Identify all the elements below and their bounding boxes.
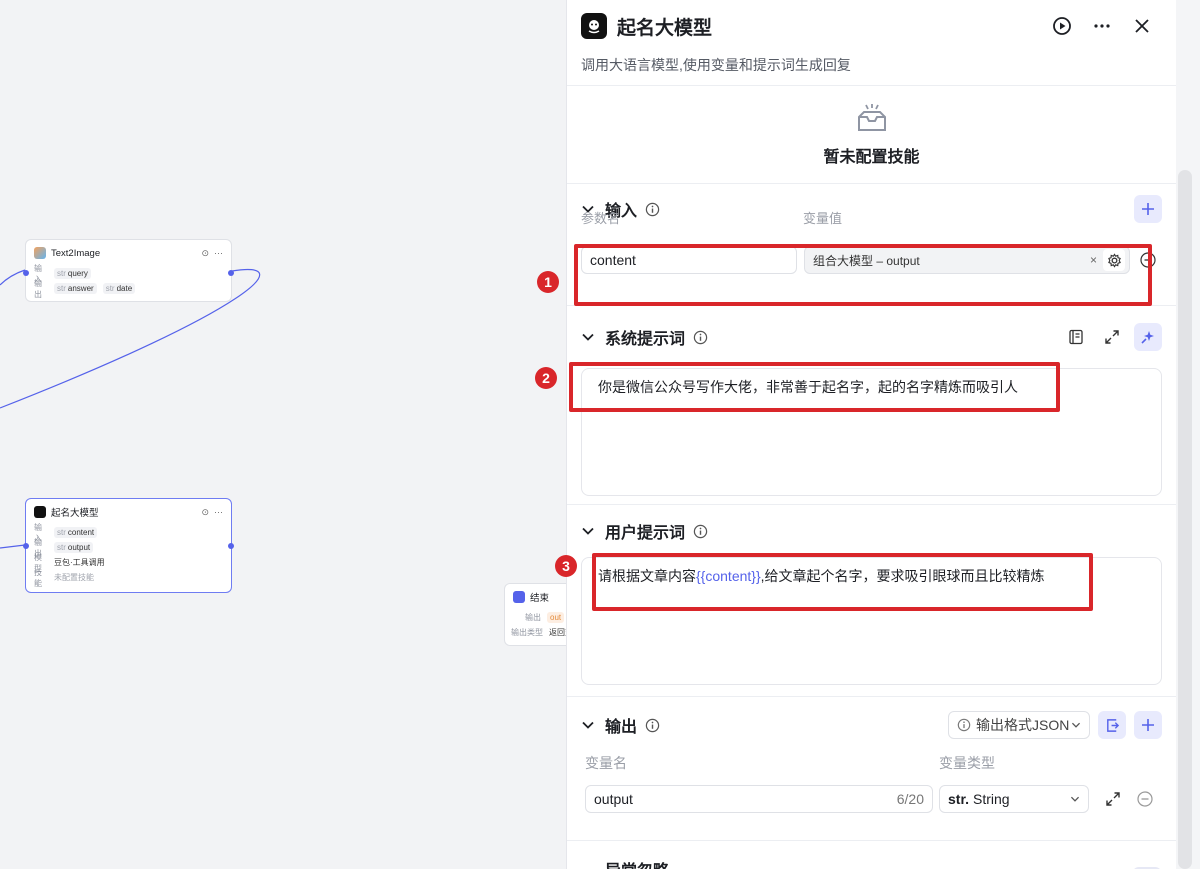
row-label: 输出	[525, 613, 541, 622]
more-icon[interactable]: ···	[214, 248, 223, 258]
model-name: 豆包·工具调用	[54, 558, 105, 567]
run-button[interactable]	[1042, 6, 1082, 46]
import-icon	[1106, 718, 1119, 732]
output-var-chip: out	[547, 612, 565, 623]
row-label: 技能	[34, 567, 42, 588]
annotation-badge-3: 3	[555, 555, 577, 577]
var-value-header: 变量值	[803, 211, 843, 226]
panel-title: 起名大模型	[617, 17, 713, 39]
highlight-box-system-prompt	[569, 362, 1060, 412]
output-var-chip: str answer	[54, 283, 97, 294]
close-icon	[1135, 19, 1149, 33]
panel-scrollbar[interactable]	[1178, 170, 1192, 869]
chevron-down-icon[interactable]	[581, 524, 595, 538]
plus-icon	[1142, 203, 1154, 215]
workflow-canvas[interactable]: Text2Image ⊙ ··· 输入 str query 输出 str answe…	[0, 0, 566, 869]
play-icon[interactable]: ⊙	[201, 248, 209, 259]
node-title: 起名大模型	[51, 508, 99, 519]
more-button[interactable]	[1082, 6, 1122, 46]
output-var-name-input[interactable]: output 6/20	[585, 785, 933, 813]
empty-box-icon	[857, 103, 886, 131]
more-icon	[1094, 24, 1110, 28]
llm-icon	[34, 506, 46, 518]
output-section: 输出 输出格式JSON 变量名 变量类型 output 6/20 str. St…	[567, 697, 1176, 841]
info-icon[interactable]	[693, 524, 708, 539]
sparkle-icon	[1141, 331, 1154, 344]
remove-icon[interactable]	[1137, 791, 1153, 807]
node-title: 结束	[530, 593, 550, 604]
play-circle-icon	[1053, 17, 1071, 35]
node-title: Text2Image	[51, 247, 101, 259]
output-port[interactable]	[228, 543, 234, 549]
exception-section-header: 异常忽略	[567, 841, 1176, 869]
expand-button[interactable]	[1098, 323, 1126, 351]
prompt-library-button[interactable]	[1062, 323, 1090, 351]
chevron-down-icon[interactable]	[581, 330, 595, 344]
highlight-box-user-prompt	[592, 553, 1093, 611]
chevron-down-icon	[1070, 796, 1080, 802]
format-label: 输出格式JSON	[976, 717, 1070, 733]
section-title: 系统提示词	[605, 331, 686, 348]
connection-lines	[0, 268, 261, 549]
add-output-button[interactable]	[1134, 711, 1162, 739]
text2image-node[interactable]: Text2Image ⊙ ··· 输入 str query 输出 str answe…	[23, 239, 234, 302]
play-icon[interactable]: ⊙	[201, 507, 209, 518]
skill-empty-text: 暂未配置技能	[823, 148, 920, 166]
info-icon	[957, 718, 971, 732]
input-port[interactable]	[23, 270, 29, 276]
info-icon[interactable]	[693, 330, 708, 345]
output-var-chip: str output	[54, 542, 94, 553]
ai-optimize-button[interactable]	[1134, 323, 1162, 351]
section-title: 异常忽略	[605, 857, 669, 869]
skill-status: 未配置技能	[54, 573, 94, 582]
highlight-box-input	[574, 244, 1152, 306]
end-node[interactable]: 结束 输出 out 输出类型返回变	[504, 583, 566, 646]
char-count: 6/20	[896, 791, 924, 807]
chevron-down-icon[interactable]	[581, 718, 595, 732]
output-var-chip: str date	[102, 283, 136, 294]
output-port[interactable]	[228, 270, 234, 276]
node-config-panel: 起名大模型 调用大语言模型,使用变量和提示词生成回复 暂未配置技能 输入 参数名…	[566, 0, 1176, 869]
return-type: 返回变	[549, 628, 566, 637]
param-name-header: 参数名	[581, 211, 621, 226]
more-icon[interactable]: ···	[214, 507, 223, 517]
image-plugin-icon	[34, 247, 46, 259]
var-type-header: 变量类型	[939, 755, 995, 771]
skill-empty-state: 暂未配置技能	[567, 86, 1176, 184]
llm-logo-icon	[581, 13, 607, 39]
input-port[interactable]	[23, 543, 29, 549]
end-icon	[513, 591, 525, 603]
panel-header: 起名大模型	[567, 0, 1176, 52]
annotation-badge-1: 1	[537, 271, 559, 293]
type-prefix: str.	[948, 791, 970, 807]
input-var-chip: str content	[54, 527, 98, 538]
input-var-chip: str query	[54, 268, 91, 279]
close-button[interactable]	[1122, 6, 1162, 46]
chevron-down-icon	[1071, 722, 1081, 728]
var-name-header: 变量名	[585, 755, 627, 771]
output-type-select[interactable]: str. String	[939, 785, 1089, 813]
output-format-select[interactable]: 输出格式JSON	[948, 711, 1090, 739]
expand-icon[interactable]	[1105, 791, 1121, 807]
section-title: 输出	[605, 719, 638, 736]
row-label: 输出类型	[511, 628, 543, 637]
section-title: 用户提示词	[605, 525, 686, 542]
type-value: String	[973, 791, 1010, 807]
info-icon[interactable]	[645, 718, 660, 733]
annotation-badge-2: 2	[535, 367, 557, 389]
output-var-name: output	[594, 791, 633, 807]
panel-description: 调用大语言模型,使用变量和提示词生成回复	[567, 52, 1176, 86]
import-button[interactable]	[1098, 711, 1126, 739]
naming-llm-node[interactable]: 起名大模型 ⊙ ··· 输入 str content 输出 str output 模型豆…	[23, 498, 234, 593]
plus-icon	[1142, 719, 1154, 731]
library-icon	[1069, 329, 1083, 345]
node-output-label: 输出	[34, 278, 42, 299]
expand-icon	[1105, 330, 1119, 344]
